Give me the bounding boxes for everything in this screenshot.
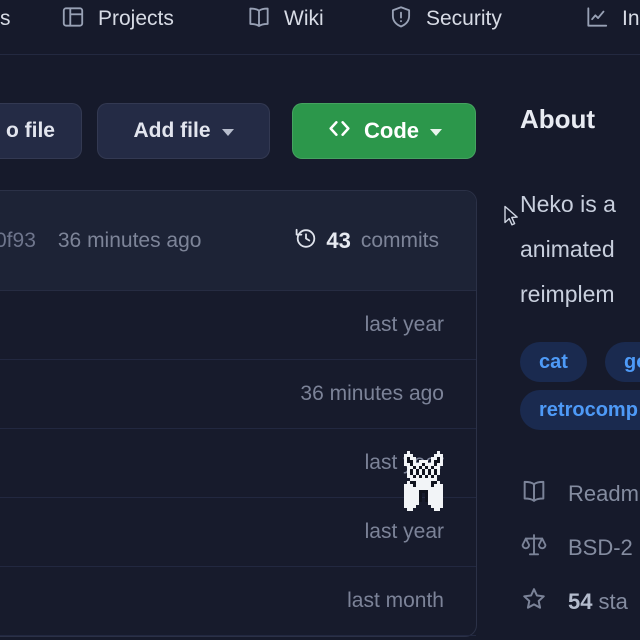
neko-cat-sprite bbox=[401, 451, 446, 511]
repo-description: Neko is a animated reimplem bbox=[520, 182, 616, 317]
file-updated: 36 minutes ago bbox=[300, 382, 444, 406]
history-icon bbox=[292, 225, 319, 257]
nav-tab-security[interactable]: Security bbox=[388, 2, 502, 36]
commits-label: commits bbox=[361, 229, 439, 253]
nav-tab-partial[interactable]: s bbox=[0, 2, 11, 36]
table-icon bbox=[60, 4, 86, 35]
nav-tab-security-label: Security bbox=[426, 7, 502, 31]
nav-tab-projects-label: Projects bbox=[98, 7, 174, 31]
star-icon bbox=[520, 585, 548, 618]
stars-text: 54 sta bbox=[568, 589, 628, 615]
nav-tab-partial-label: s bbox=[0, 7, 11, 31]
about-heading: About bbox=[520, 104, 595, 135]
latest-commit-bar: 0f93 36 minutes ago 43 commits bbox=[0, 191, 476, 291]
book-icon bbox=[246, 4, 272, 35]
law-icon bbox=[520, 531, 548, 564]
shield-icon bbox=[388, 4, 414, 35]
file-updated: last year bbox=[365, 313, 444, 337]
topic-tag-retrocomputing[interactable]: retrocomp bbox=[520, 390, 640, 430]
readme-link[interactable]: Readm bbox=[520, 477, 639, 510]
file-list-panel: 0f93 36 minutes ago 43 commits last year… bbox=[0, 190, 477, 637]
nav-tab-wiki[interactable]: Wiki bbox=[246, 2, 324, 36]
github-repo-page: s Projects Wiki bbox=[0, 0, 640, 640]
add-file-button[interactable]: Add file bbox=[97, 103, 270, 159]
topic-tag-go[interactable]: go bbox=[605, 342, 640, 382]
description-line: reimplem bbox=[520, 272, 616, 317]
description-line: animated bbox=[520, 227, 616, 272]
commit-hash[interactable]: 0f93 bbox=[0, 229, 36, 253]
file-row[interactable]: last month bbox=[0, 567, 476, 636]
mouse-cursor-icon bbox=[503, 205, 520, 234]
nav-tab-projects[interactable]: Projects bbox=[60, 2, 174, 36]
book-icon bbox=[520, 477, 548, 510]
stars-count: 54 bbox=[568, 589, 592, 615]
description-line: Neko is a bbox=[520, 182, 616, 227]
nav-tab-wiki-label: Wiki bbox=[284, 7, 324, 31]
stars-label: sta bbox=[598, 589, 627, 615]
readme-label: Readm bbox=[568, 481, 639, 507]
topic-tag-cat[interactable]: cat bbox=[520, 342, 587, 382]
commit-count: 43 bbox=[326, 228, 350, 254]
stars-link[interactable]: 54 sta bbox=[520, 585, 628, 618]
code-button[interactable]: Code bbox=[292, 103, 476, 159]
add-file-label: Add file bbox=[134, 119, 211, 143]
file-row[interactable]: 36 minutes ago bbox=[0, 360, 476, 429]
topic-tag-label: retrocomp bbox=[539, 399, 638, 422]
about-sidebar: About Neko is a animated reimplem cat go… bbox=[520, 0, 640, 640]
commit-time: 36 minutes ago bbox=[58, 229, 202, 253]
go-to-file-button[interactable]: o file bbox=[0, 103, 82, 159]
topic-tag-label: go bbox=[624, 351, 640, 374]
chevron-down-icon bbox=[430, 129, 442, 136]
file-updated: last month bbox=[347, 589, 444, 613]
chevron-down-icon bbox=[222, 129, 234, 136]
topic-tag-label: cat bbox=[539, 351, 568, 374]
file-row[interactable]: last year bbox=[0, 291, 476, 360]
code-label: Code bbox=[364, 118, 419, 144]
license-link[interactable]: BSD-2 bbox=[520, 531, 633, 564]
go-to-file-label: o file bbox=[6, 119, 55, 143]
license-label: BSD-2 bbox=[568, 535, 633, 561]
code-icon bbox=[326, 115, 353, 148]
commit-history-link[interactable]: 43 commits bbox=[292, 225, 439, 257]
file-updated: last year bbox=[365, 520, 444, 544]
